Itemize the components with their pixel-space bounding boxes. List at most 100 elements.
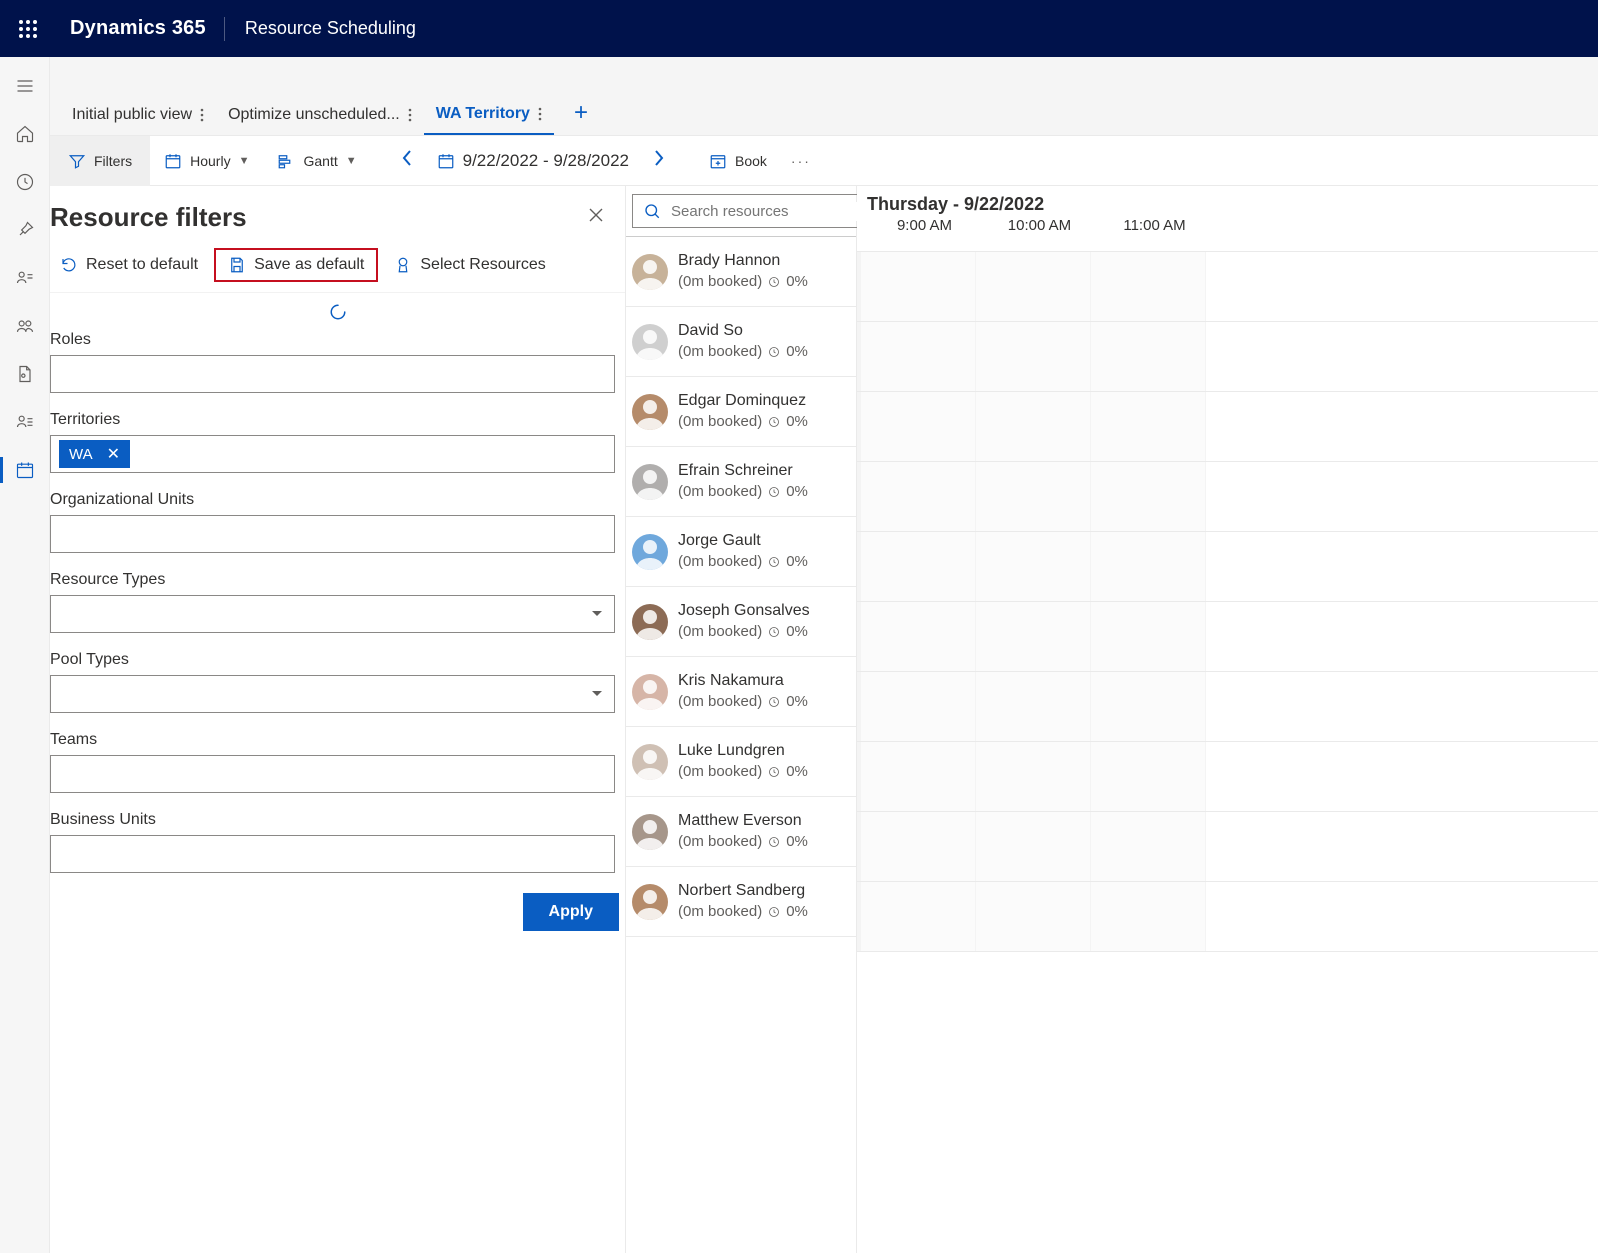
toolbar-more-icon[interactable]: ··· [781, 153, 821, 169]
avatar [632, 254, 668, 290]
avatar [632, 324, 668, 360]
resource-item[interactable]: Matthew Everson(0m booked)0% [626, 797, 856, 867]
app-launcher-icon[interactable] [4, 0, 52, 57]
teams-input[interactable] [50, 755, 615, 793]
filters-label: Filters [94, 153, 132, 169]
pool-types-select[interactable] [50, 675, 615, 713]
tab-more-icon[interactable] [408, 108, 412, 122]
territories-input[interactable]: WA ✕ [50, 435, 615, 473]
reset-label: Reset to default [86, 256, 198, 274]
clock-icon [768, 906, 780, 918]
resource-name: Edgar Dominquez [678, 391, 808, 412]
resource-item[interactable]: Luke Lundgren(0m booked)0% [626, 727, 856, 797]
schedule-row[interactable] [857, 672, 1598, 742]
rail-menu-icon[interactable] [0, 65, 50, 107]
territory-chip-label: WA [69, 446, 93, 463]
brand-title[interactable]: Dynamics 365 [52, 17, 224, 40]
clock-icon [768, 486, 780, 498]
org-units-input[interactable] [50, 515, 615, 553]
resource-name: Joseph Gonsalves [678, 601, 810, 622]
resource-name: Efrain Schreiner [678, 461, 808, 482]
avatar [632, 394, 668, 430]
rail-recent-icon[interactable] [0, 161, 50, 203]
remove-chip-icon[interactable]: ✕ [107, 444, 120, 464]
resource-booking: (0m booked)0% [678, 622, 810, 642]
layout-selector[interactable]: Gantt ▼ [263, 136, 370, 186]
tab-initial-public-view[interactable]: Initial public view [60, 98, 216, 134]
business-units-input[interactable] [50, 835, 615, 873]
tab-add-button[interactable]: + [554, 99, 608, 133]
book-button[interactable]: Book [695, 136, 781, 186]
schedule-row[interactable] [857, 252, 1598, 322]
roles-input[interactable] [50, 355, 615, 393]
rail-home-icon[interactable] [0, 113, 50, 155]
apply-button[interactable]: Apply [523, 893, 619, 931]
date-prev-button[interactable] [391, 149, 423, 172]
resource-booking: (0m booked)0% [678, 692, 808, 712]
save-default-label: Save as default [254, 256, 364, 274]
avatar [632, 814, 668, 850]
avatar [632, 884, 668, 920]
schedule-row[interactable] [857, 392, 1598, 462]
reset-to-default-button[interactable]: Reset to default [50, 250, 208, 280]
resource-item[interactable]: Brady Hannon(0m booked)0% [626, 237, 856, 307]
rail-document-icon[interactable] [0, 353, 50, 395]
search-field[interactable] [669, 202, 872, 221]
rail-contact-list-icon[interactable] [0, 257, 50, 299]
resource-booking: (0m booked)0% [678, 762, 808, 782]
schedule-row[interactable] [857, 882, 1598, 952]
resource-item[interactable]: Joseph Gonsalves(0m booked)0% [626, 587, 856, 657]
tab-more-icon[interactable] [538, 107, 542, 121]
resource-item[interactable]: Kris Nakamura(0m booked)0% [626, 657, 856, 727]
schedule-row[interactable] [857, 812, 1598, 882]
resource-booking: (0m booked)0% [678, 482, 808, 502]
clock-icon [768, 416, 780, 428]
tab-more-icon[interactable] [200, 108, 204, 122]
pool-types-label: Pool Types [50, 651, 615, 669]
close-icon[interactable] [579, 200, 613, 234]
rail-pin-icon[interactable] [0, 209, 50, 251]
save-as-default-button[interactable]: Save as default [214, 248, 378, 282]
date-range-selector[interactable]: 9/22/2022 - 9/28/2022 [423, 136, 643, 186]
tab-optimize-unscheduled[interactable]: Optimize unscheduled... [216, 98, 424, 134]
schedule-row[interactable] [857, 742, 1598, 812]
search-input[interactable] [632, 194, 883, 228]
tab-wa-territory[interactable]: WA Territory [424, 97, 554, 135]
schedule-row[interactable] [857, 602, 1598, 672]
tab-label: WA Territory [436, 105, 530, 123]
view-mode-selector[interactable]: Hourly ▼ [150, 136, 263, 186]
resource-item[interactable]: Edgar Dominquez(0m booked)0% [626, 377, 856, 447]
avatar [632, 464, 668, 500]
view-mode-label: Hourly [190, 153, 230, 169]
clock-icon [768, 696, 780, 708]
clock-icon [768, 766, 780, 778]
teams-label: Teams [50, 731, 615, 749]
resource-item[interactable]: Efrain Schreiner(0m booked)0% [626, 447, 856, 517]
side-rail [0, 57, 50, 1253]
rail-list-check-icon[interactable] [0, 401, 50, 443]
schedule-row[interactable] [857, 322, 1598, 392]
date-next-button[interactable] [643, 149, 675, 172]
brand-subtitle[interactable]: Resource Scheduling [225, 18, 436, 39]
territories-label: Territories [50, 411, 615, 429]
select-resources-button[interactable]: Select Resources [384, 250, 555, 280]
resource-item[interactable]: David So(0m booked)0% [626, 307, 856, 377]
toolbar: Filters Hourly ▼ Gantt ▼ 9/22/2022 - 9/2… [50, 136, 1598, 186]
topbar: Dynamics 365 Resource Scheduling [0, 0, 1598, 57]
resource-name: Matthew Everson [678, 811, 808, 832]
schedule-row[interactable] [857, 532, 1598, 602]
resource-item[interactable]: Jorge Gault(0m booked)0% [626, 517, 856, 587]
schedule-hour-label: 9:00 AM [867, 217, 982, 234]
rail-schedule-board-icon[interactable] [0, 449, 50, 491]
filters-toggle[interactable]: Filters [50, 136, 150, 186]
resource-types-select[interactable] [50, 595, 615, 633]
schedule-hour-label: 11:00 AM [1097, 217, 1212, 234]
rail-people-icon[interactable] [0, 305, 50, 347]
book-label: Book [735, 153, 767, 169]
schedule-row[interactable] [857, 462, 1598, 532]
resource-booking: (0m booked)0% [678, 342, 808, 362]
resource-name: Brady Hannon [678, 251, 808, 272]
resource-item[interactable]: Norbert Sandberg(0m booked)0% [626, 867, 856, 937]
clock-icon [768, 276, 780, 288]
resource-booking: (0m booked)0% [678, 272, 808, 292]
